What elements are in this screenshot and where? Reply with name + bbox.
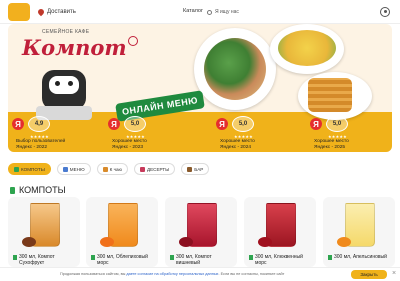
rating-badge: 5,0	[124, 116, 146, 132]
close-icon[interactable]: ×	[392, 270, 396, 277]
tab-bar[interactable]: БАР	[181, 163, 210, 175]
cup-icon	[91, 254, 95, 260]
tab-menu[interactable]: МЕНЮ	[56, 163, 91, 175]
cup-icon	[328, 254, 332, 260]
award-line2: Яндекс - 2024	[220, 144, 252, 150]
cookie-banner: Продолжая пользоваться сайтом, вы даете …	[0, 267, 400, 281]
product-list: 300 мл, Компот Сухофрукт 300 мл, Облепихо…	[8, 197, 400, 267]
page: Доставить Каталог Я ищу нас СЕМЕЙНОЕ КАФ…	[0, 0, 400, 281]
product-card[interactable]: 300 мл, Компот Сухофрукт	[8, 197, 80, 267]
award-line2: Яндекс - 2025	[314, 144, 346, 150]
search-input[interactable]: Я ищу нас	[207, 7, 367, 17]
product-title-line2: морс	[255, 260, 267, 266]
award-line2: Яндекс - 2022	[16, 144, 48, 150]
section-title: КОМПОТЫ	[10, 185, 66, 195]
tab-label: К чаю	[109, 166, 122, 172]
cake-icon	[102, 166, 108, 172]
search-icon	[207, 9, 212, 15]
award-2023: Я 5,0 ★★★★★ Хорошее место Яндекс - 2023	[104, 114, 194, 152]
cookie-text: Продолжая пользоваться сайтом, вы даете …	[60, 272, 285, 276]
product-card[interactable]: 300 мл, Компот вишневый	[165, 197, 237, 267]
yandex-icon: Я	[310, 118, 322, 130]
cup-icon	[249, 254, 253, 260]
user-icon[interactable]	[380, 7, 390, 17]
menu-icon	[62, 166, 68, 172]
site-logo[interactable]	[8, 2, 30, 21]
award-line2: Яндекс - 2023	[112, 144, 144, 150]
product-title-line1: 300 мл, Апельсиновый	[334, 254, 387, 260]
delivery-label: Доставить	[47, 8, 76, 15]
delivery-address-button[interactable]: Доставить	[36, 7, 76, 16]
award-line1: Хорошее место	[220, 139, 255, 144]
product-title-line2: вишневый	[176, 260, 201, 266]
award-line1: Хорошее место	[112, 139, 147, 144]
tab-label: КОМПОТЫ	[21, 166, 45, 172]
rating-badge: 5,0	[232, 116, 254, 132]
tab-kompoty[interactable]: КОМПОТЫ	[8, 163, 51, 175]
catalog-link[interactable]: Каталог	[183, 8, 203, 14]
product-card[interactable]: 300 мл, Апельсиновый	[323, 197, 395, 267]
tab-deserty[interactable]: ДЕСЕРТЫ	[134, 163, 176, 175]
location-pin-icon	[36, 7, 46, 16]
tab-k-chayu[interactable]: К чаю	[96, 163, 128, 175]
product-title-line2: морс	[97, 260, 109, 266]
apple-logo-icon	[128, 36, 138, 46]
cup-icon	[10, 186, 15, 194]
bar-icon	[187, 166, 193, 172]
tab-label: МЕНЮ	[69, 166, 85, 172]
yandex-icon: Я	[108, 118, 120, 130]
tab-label: БАР	[194, 166, 204, 172]
yandex-icon: Я	[12, 118, 24, 130]
award-2024: Я 5,0 ★★★★★ Хорошее место Яндекс - 2024	[212, 114, 302, 152]
section-title-text: КОМПОТЫ	[19, 185, 66, 195]
award-line1: Хорошее место	[314, 139, 349, 144]
award-2022: Я 4,9 ★★★★★ Выбор пользователей Яндекс -…	[8, 114, 98, 152]
yandex-icon: Я	[216, 118, 228, 130]
cup-icon	[13, 254, 17, 260]
product-card[interactable]: 300 мл, Облепиховый морс	[86, 197, 158, 267]
dessert-icon	[140, 166, 145, 172]
category-tabs: КОМПОТЫ МЕНЮ К чаю ДЕСЕРТЫ БАР	[8, 163, 210, 175]
robot-mascot-image	[36, 70, 92, 120]
product-title-line2: Сухофрукт	[19, 260, 45, 266]
privacy-consent-link[interactable]: даете согласие на обработку персональных…	[126, 272, 218, 276]
rating-badge: 4,9	[28, 116, 50, 132]
cup-icon	[14, 166, 19, 172]
award-line1: Выбор пользователей	[16, 139, 66, 144]
search-value: нас	[230, 9, 239, 15]
product-card[interactable]: 300 мл, Клюквенный морс	[244, 197, 316, 267]
cookie-close-button[interactable]: Закрыть	[351, 270, 387, 279]
tab-label: ДЕСЕРТЫ	[147, 166, 170, 172]
award-2025: Я 5,0 ★★★★★ Хорошее место Яндекс - 2025	[306, 114, 392, 152]
header: Доставить Каталог Я ищу нас	[0, 0, 400, 24]
cup-icon	[170, 254, 174, 260]
brand-name: Компот	[22, 35, 127, 60]
promo-banner[interactable]: СЕМЕЙНОЕ КАФЕ Компот ОНЛАЙН МЕНЮ Я 4,9 ★…	[8, 24, 392, 152]
rating-badge: 5,0	[326, 116, 348, 132]
search-placeholder: Я ищу	[215, 9, 230, 15]
